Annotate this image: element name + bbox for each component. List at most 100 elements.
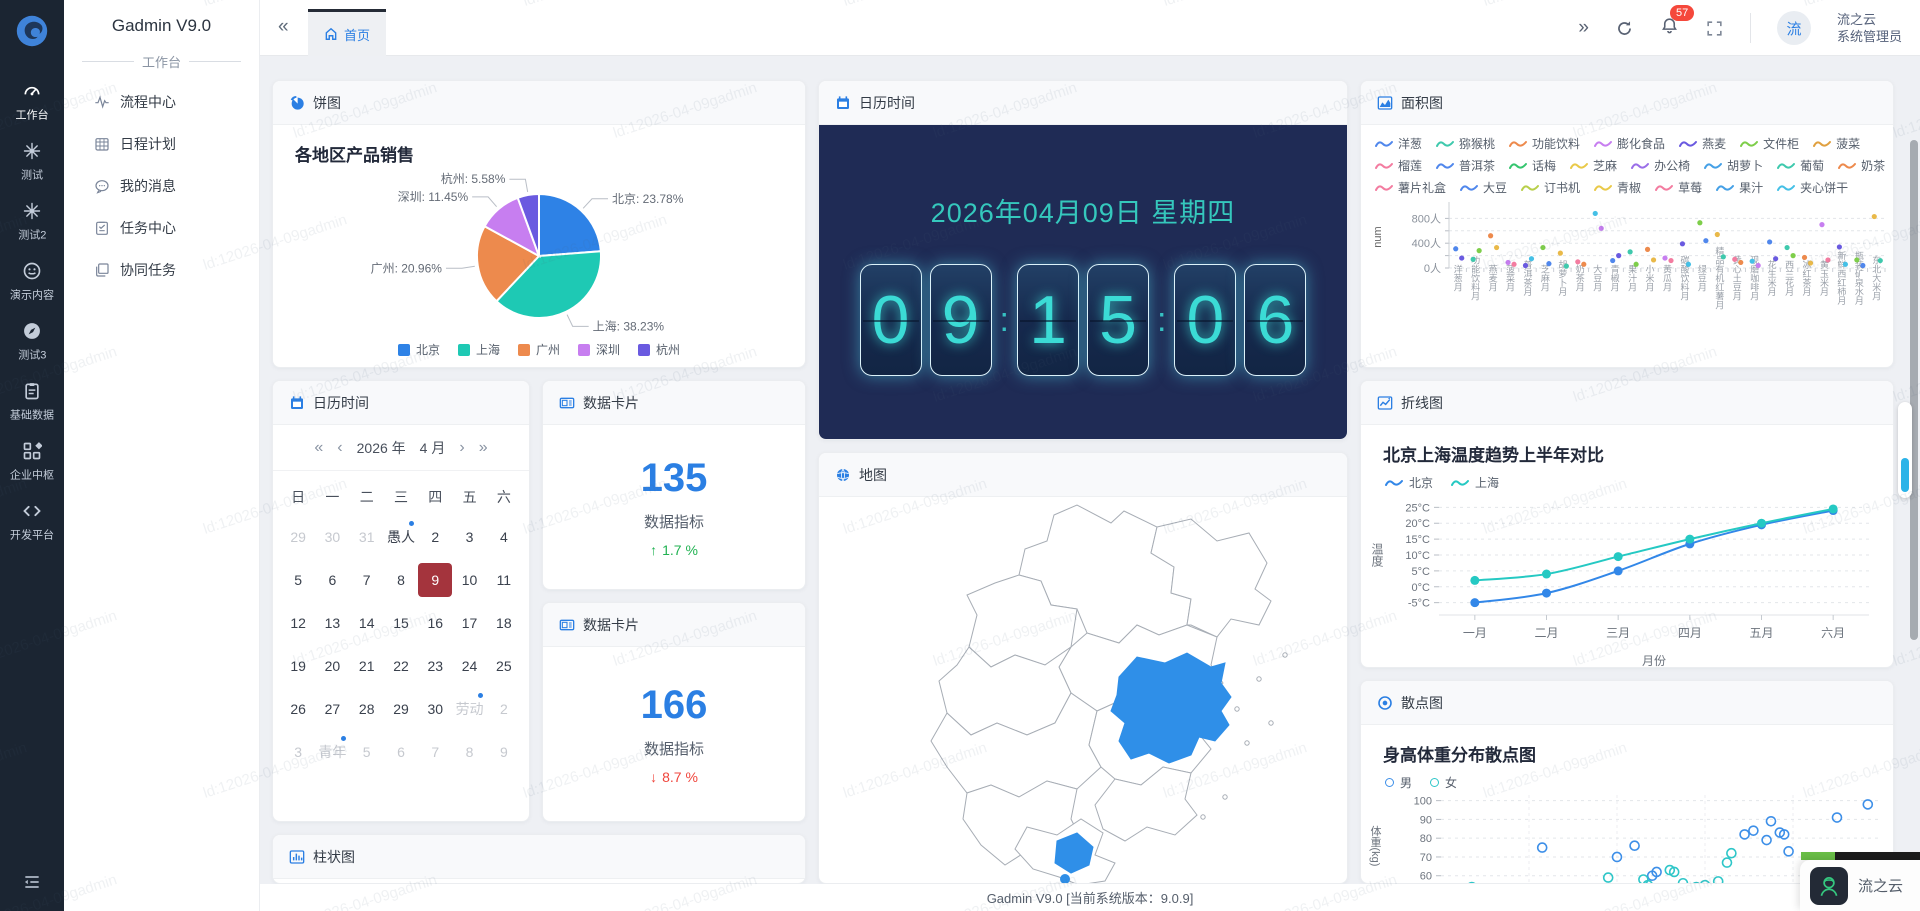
calendar-cell-7[interactable]: 7	[350, 563, 384, 597]
legend-item-薯片礼盒[interactable]: 薯片礼盒	[1375, 179, 1446, 196]
legend-item-深圳[interactable]: 深圳	[578, 341, 620, 358]
legend-item-膨化食品[interactable]: 膨化食品	[1594, 135, 1665, 152]
legend-item-订书机[interactable]: 订书机	[1521, 179, 1580, 196]
legend-item-果汁[interactable]: 果汁	[1716, 179, 1763, 196]
calendar-cell-12[interactable]: 12	[281, 606, 315, 640]
calendar-cell-6[interactable]: 6	[315, 563, 349, 597]
next-month-icon[interactable]: ›	[459, 439, 464, 457]
legend-item-女[interactable]: 女	[1430, 774, 1457, 791]
calendar-cell-7[interactable]: 7	[418, 735, 452, 769]
calendar-cell-11[interactable]: 11	[487, 563, 521, 597]
calendar-cell-18[interactable]: 18	[487, 606, 521, 640]
calendar-cell-劳动[interactable]: 劳动	[452, 692, 486, 726]
calendar-cell-17[interactable]: 17	[452, 606, 486, 640]
rail-item-开发平台[interactable]: 开发平台	[0, 492, 64, 552]
rail-item-演示内容[interactable]: 演示内容	[0, 252, 64, 312]
calendar-cell-8[interactable]: 8	[384, 563, 418, 597]
menu-item-日程计划[interactable]: 日程计划	[64, 123, 259, 165]
calendar-cell-青年[interactable]: 青年	[315, 735, 349, 769]
map-region[interactable]	[939, 647, 1071, 735]
mini-scrollbar[interactable]	[1898, 402, 1912, 498]
prev-year-icon[interactable]: «	[314, 439, 323, 457]
calendar-cell-27[interactable]: 27	[315, 692, 349, 726]
calendar-cell-21[interactable]: 21	[350, 649, 384, 683]
legend-item-夹心饼干[interactable]: 夹心饼干	[1777, 179, 1848, 196]
calendar-cell-2[interactable]: 2	[418, 520, 452, 554]
menu-item-我的消息[interactable]: 我的消息	[64, 165, 259, 207]
legend-item-话梅[interactable]: 话梅	[1509, 157, 1556, 174]
calendar-cell-5[interactable]: 5	[350, 735, 384, 769]
legend-item-广州[interactable]: 广州	[518, 341, 560, 358]
legend-item-草莓[interactable]: 草莓	[1655, 179, 1702, 196]
calendar-cell-16[interactable]: 16	[418, 606, 452, 640]
mini-scrollbar-thumb[interactable]	[1901, 458, 1909, 492]
legend-item-葡萄[interactable]: 葡萄	[1777, 157, 1824, 174]
app-logo-icon[interactable]	[13, 12, 51, 50]
legend-item-菠菜[interactable]: 菠菜	[1813, 135, 1860, 152]
legend-item-大豆[interactable]: 大豆	[1460, 179, 1507, 196]
legend-item-奶茶[interactable]: 奶茶	[1838, 157, 1885, 174]
calendar-cell-13[interactable]: 13	[315, 606, 349, 640]
legend-item-燕麦[interactable]: 燕麦	[1679, 135, 1726, 152]
map-region-selected[interactable]	[1060, 874, 1070, 884]
legend-item-普洱茶[interactable]: 普洱茶	[1436, 157, 1495, 174]
menu-item-流程中心[interactable]: 流程中心	[64, 81, 259, 123]
calendar-cell-5[interactable]: 5	[281, 563, 315, 597]
legend-item-杭州[interactable]: 杭州	[638, 341, 680, 358]
legend-item-文件柜[interactable]: 文件柜	[1740, 135, 1799, 152]
rail-item-工作台[interactable]: 工作台	[0, 72, 64, 132]
legend-item-北京[interactable]: 北京	[1385, 474, 1433, 491]
next-year-icon[interactable]: »	[479, 439, 488, 457]
rail-collapse-icon[interactable]	[0, 872, 64, 897]
rail-item-基础数据[interactable]: 基础数据	[0, 372, 64, 432]
legend-item-榴莲[interactable]: 榴莲	[1375, 157, 1422, 174]
calendar-cell-30[interactable]: 30	[418, 692, 452, 726]
rail-item-测试2[interactable]: 测试2	[0, 192, 64, 252]
calendar-cell-20[interactable]: 20	[315, 649, 349, 683]
calendar-cell-9[interactable]: 9	[487, 735, 521, 769]
menu-item-协同任务[interactable]: 协同任务	[64, 249, 259, 291]
refresh-icon[interactable]	[1615, 19, 1634, 38]
legend-item-办公椅[interactable]: 办公椅	[1631, 157, 1690, 174]
legend-item-上海[interactable]: 上海	[1451, 474, 1499, 491]
fullscreen-icon[interactable]	[1705, 19, 1724, 38]
calendar-cell-26[interactable]: 26	[281, 692, 315, 726]
calendar-cell-愚人[interactable]: 愚人	[384, 520, 418, 554]
calendar-cell-3[interactable]: 3	[452, 520, 486, 554]
calendar-cell-24[interactable]: 24	[452, 649, 486, 683]
calendar-cell-29[interactable]: 29	[384, 692, 418, 726]
user-avatar[interactable]: 流	[1777, 11, 1811, 45]
tab-home[interactable]: 首页	[308, 9, 386, 56]
legend-item-猕猴桃[interactable]: 猕猴桃	[1436, 135, 1495, 152]
calendar-cell-14[interactable]: 14	[350, 606, 384, 640]
calendar-cell-15[interactable]: 15	[384, 606, 418, 640]
rail-item-企业中枢[interactable]: 企业中枢	[0, 432, 64, 492]
prev-month-icon[interactable]: ‹	[337, 439, 342, 457]
calendar-cell-2[interactable]: 2	[487, 692, 521, 726]
legend-item-洋葱[interactable]: 洋葱	[1375, 135, 1422, 152]
calendar-cell-19[interactable]: 19	[281, 649, 315, 683]
legend-item-男[interactable]: 男	[1385, 774, 1412, 791]
rail-item-测试[interactable]: 测试	[0, 132, 64, 192]
legend-item-青椒[interactable]: 青椒	[1594, 179, 1641, 196]
calendar-cell-10[interactable]: 10	[452, 563, 486, 597]
page-scrollbar[interactable]	[1910, 140, 1918, 640]
calendar-cell-23[interactable]: 23	[418, 649, 452, 683]
calendar-cell-25[interactable]: 25	[487, 649, 521, 683]
calendar-cell-30[interactable]: 30	[315, 520, 349, 554]
calendar-cell-9[interactable]: 9	[418, 563, 452, 597]
user-info[interactable]: 流之云 系统管理员	[1837, 12, 1902, 44]
notification-bell-icon[interactable]: 57	[1660, 16, 1679, 40]
page-scrollbar-thumb[interactable]	[1910, 140, 1918, 640]
calendar-cell-8[interactable]: 8	[452, 735, 486, 769]
map-region-selected[interactable]	[1111, 653, 1231, 763]
calendar-cell-29[interactable]: 29	[281, 520, 315, 554]
pie-slice-北京[interactable]	[539, 194, 601, 256]
calendar-cell-28[interactable]: 28	[350, 692, 384, 726]
legend-item-北京[interactable]: 北京	[398, 341, 440, 358]
menu-item-任务中心[interactable]: 任务中心	[64, 207, 259, 249]
expand-tabs-icon[interactable]: »	[1578, 17, 1589, 39]
chat-widget[interactable]: 流之云	[1800, 860, 1920, 911]
calendar-cell-4[interactable]: 4	[487, 520, 521, 554]
legend-item-上海[interactable]: 上海	[458, 341, 500, 358]
